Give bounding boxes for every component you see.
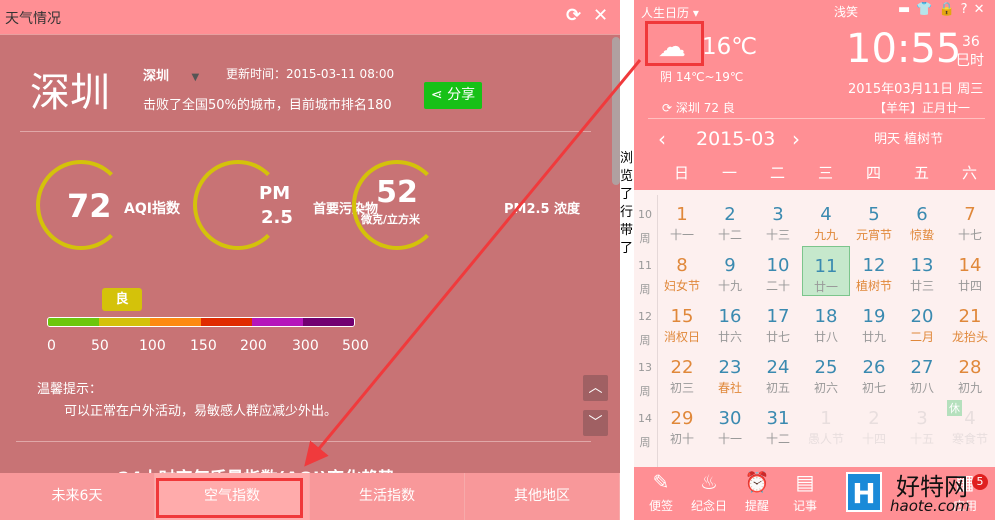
highlight-box bbox=[645, 21, 704, 66]
annotation-arrow bbox=[304, 59, 642, 467]
annotation-overlay bbox=[304, 59, 642, 467]
highlight-box bbox=[156, 478, 303, 518]
